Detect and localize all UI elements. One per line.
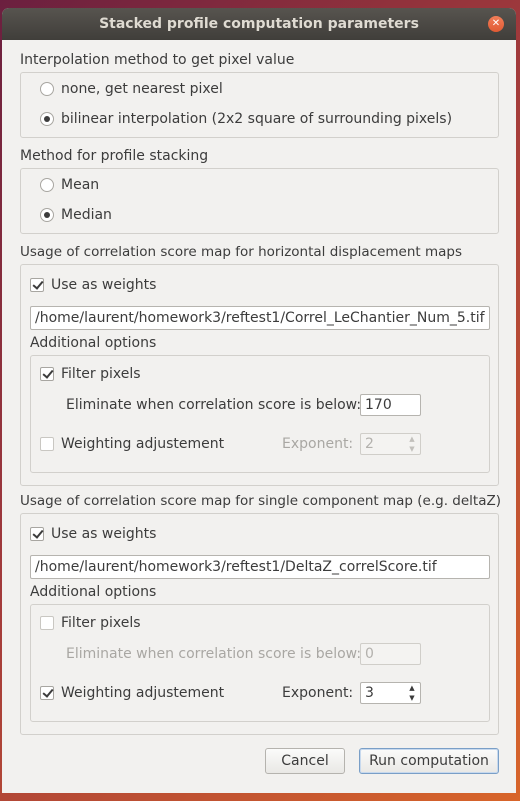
horiz-use-weights-checkbox[interactable] — [30, 278, 44, 292]
spinner-arrows-icon[interactable]: ▲ ▼ — [406, 435, 418, 453]
stacking-option-median-label: Median — [61, 207, 112, 223]
spinner-arrows-icon[interactable]: ▲ ▼ — [406, 684, 418, 702]
radio-mean[interactable] — [40, 178, 54, 192]
single-filter-label: Filter pixels — [61, 615, 141, 631]
single-exponent-spinner[interactable]: 3 ▲ ▼ — [360, 682, 421, 704]
single-exponent-value: 3 — [365, 685, 374, 701]
interp-option-bilinear[interactable]: bilinear interpolation (2x2 square of su… — [40, 111, 452, 127]
single-use-weights[interactable]: Use as weights — [30, 526, 156, 542]
radio-bilinear[interactable] — [40, 112, 54, 126]
horiz-exponent-value: 2 — [365, 436, 374, 452]
horiz-weighting-checkbox[interactable] — [40, 437, 54, 451]
horiz-filter[interactable]: Filter pixels — [40, 366, 141, 382]
interp-option-nearest[interactable]: none, get nearest pixel — [40, 81, 223, 97]
single-weighting-checkbox[interactable] — [40, 686, 54, 700]
horiz-additional-title: Additional options — [30, 335, 157, 351]
horiz-filter-checkbox[interactable] — [40, 367, 54, 381]
horiz-use-weights-label: Use as weights — [51, 277, 157, 293]
horiz-eliminate-input[interactable]: 170 — [360, 394, 421, 416]
single-weighting-label: Weighting adjustement — [61, 685, 225, 701]
cancel-button[interactable]: Cancel — [265, 748, 345, 774]
horiz-eliminate-label: Eliminate when correlation score is belo… — [66, 397, 362, 413]
horiz-exponent-spinner[interactable]: 2 ▲ ▼ — [360, 433, 421, 455]
dialog-window: Stacked profile computation parameters ✕… — [2, 8, 516, 793]
single-use-weights-checkbox[interactable] — [30, 527, 44, 541]
horiz-group-title: Usage of correlation score map for horiz… — [20, 244, 463, 260]
horiz-weighting[interactable]: Weighting adjustement — [40, 436, 224, 452]
title-bar[interactable]: Stacked profile computation parameters ✕ — [2, 8, 516, 40]
run-computation-button[interactable]: Run computation — [359, 748, 499, 774]
single-exponent-label: Exponent: — [282, 685, 354, 701]
single-group-title: Usage of correlation score map for singl… — [20, 493, 502, 509]
single-filter[interactable]: Filter pixels — [40, 615, 141, 631]
horiz-weighting-label: Weighting adjustement — [61, 436, 225, 452]
interp-option-nearest-label: none, get nearest pixel — [61, 81, 223, 97]
stacking-option-median[interactable]: Median — [40, 207, 112, 223]
window-title: Stacked profile computation parameters — [99, 16, 419, 32]
radio-nearest[interactable] — [40, 82, 54, 96]
stacking-group-title: Method for profile stacking — [20, 148, 209, 164]
stacking-option-mean-label: Mean — [61, 177, 100, 193]
single-weighting[interactable]: Weighting adjustement — [40, 685, 224, 701]
horiz-exponent-label: Exponent: — [282, 436, 354, 452]
single-additional-title: Additional options — [30, 584, 157, 600]
single-use-weights-label: Use as weights — [51, 526, 157, 542]
horiz-use-weights[interactable]: Use as weights — [30, 277, 156, 293]
close-icon[interactable]: ✕ — [488, 16, 504, 32]
interp-option-bilinear-label: bilinear interpolation (2x2 square of su… — [61, 111, 453, 127]
interp-group-title: Interpolation method to get pixel value — [20, 52, 295, 68]
single-eliminate-input[interactable]: 0 — [360, 643, 421, 665]
single-eliminate-label: Eliminate when correlation score is belo… — [66, 646, 362, 662]
radio-median[interactable] — [40, 208, 54, 222]
stacking-option-mean[interactable]: Mean — [40, 177, 99, 193]
horiz-filter-label: Filter pixels — [61, 366, 141, 382]
single-path-input[interactable]: /home/laurent/homework3/reftest1/DeltaZ_… — [30, 555, 490, 579]
single-filter-checkbox[interactable] — [40, 616, 54, 630]
horiz-path-input[interactable]: /home/laurent/homework3/reftest1/Correl_… — [30, 306, 490, 330]
